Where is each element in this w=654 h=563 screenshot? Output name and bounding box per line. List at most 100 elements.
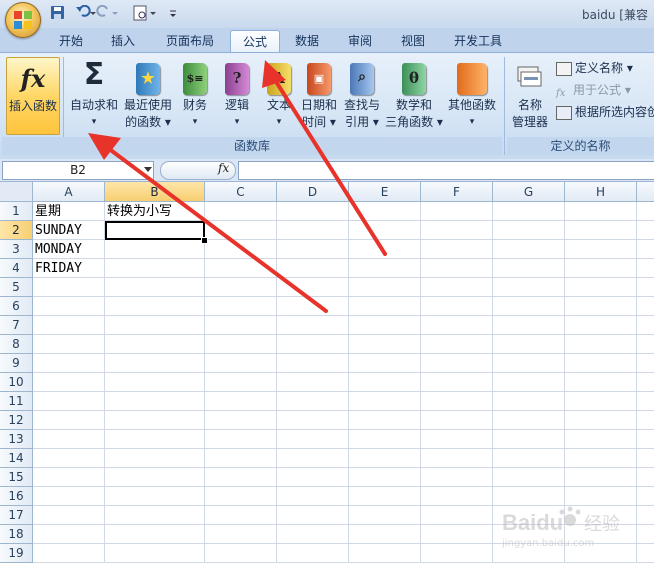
row-gridline [33, 410, 654, 411]
row-header-5[interactable]: 5 [0, 278, 33, 297]
name-manager-button[interactable]: 名称 管理器 [508, 57, 552, 133]
text-functions-button[interactable]: A 文本 ▾ [260, 57, 298, 133]
column-header-f[interactable]: F [421, 182, 493, 202]
column-header-c[interactable]: C [205, 182, 277, 202]
math-trig-button[interactable]: θ 数学和 三角函数 ▾ [384, 57, 444, 133]
office-logo-icon [14, 11, 32, 29]
tab-review[interactable]: 审阅 [337, 30, 383, 52]
row-header-15[interactable]: 15 [0, 468, 33, 487]
row-header-4[interactable]: 4 [0, 259, 33, 278]
row-header-8[interactable]: 8 [0, 335, 33, 354]
tab-formulas[interactable]: 公式 [230, 30, 280, 53]
row-header-18[interactable]: 18 [0, 525, 33, 544]
column-header-a[interactable]: A [33, 182, 105, 202]
dropdown-arrow-icon: ▾ [91, 117, 97, 127]
customize-qat-icon[interactable] [170, 10, 176, 17]
recently-used-button[interactable]: ★ 最近使用 的函数 ▾ [122, 57, 174, 133]
cell-a4[interactable]: FRIDAY [33, 259, 105, 278]
row-header-2[interactable]: 2 [0, 221, 33, 240]
more-functions-label: 其他函数 [447, 98, 496, 112]
row-header-11[interactable]: 11 [0, 392, 33, 411]
window-title: baidu [兼容 [581, 8, 648, 22]
column-gridline [420, 202, 421, 562]
column-gridline [348, 202, 349, 562]
row-header-19[interactable]: 19 [0, 544, 33, 563]
finance-book-icon: $≡ [183, 63, 207, 95]
row-header-10[interactable]: 10 [0, 373, 33, 392]
row-gridline [33, 296, 654, 297]
row-header-7[interactable]: 7 [0, 316, 33, 335]
formula-bar: B2 fx [0, 159, 654, 182]
group-separator [504, 57, 505, 155]
fill-handle[interactable] [201, 237, 208, 244]
row-gridline [33, 372, 654, 373]
insert-function-fx-icon[interactable]: fx [218, 161, 229, 175]
name-manager-label2: 管理器 [511, 115, 548, 129]
cell-a2[interactable]: SUNDAY [33, 221, 105, 240]
tab-view[interactable]: 视图 [390, 30, 436, 52]
row-header-6[interactable]: 6 [0, 297, 33, 316]
column-gridline [276, 202, 277, 562]
row-gridline [33, 467, 654, 468]
create-from-selection-label: 根据所选内容创 [575, 105, 654, 119]
row-header-1[interactable]: 1 [0, 202, 33, 221]
text-book-icon: A [267, 63, 291, 95]
financial-label: 财务 [182, 98, 207, 112]
active-cell-b2[interactable] [105, 221, 205, 240]
name-box[interactable]: B2 [2, 161, 154, 180]
cell-a3[interactable]: MONDAY [33, 240, 105, 259]
autosum-label: 自动求和 [69, 98, 118, 112]
row-header-3[interactable]: 3 [0, 240, 33, 259]
tab-page-layout[interactable]: 页面布局 [155, 30, 225, 52]
tab-home[interactable]: 开始 [48, 30, 94, 52]
date-time-button[interactable]: ▣ 日期和 时间 ▾ [298, 57, 340, 133]
create-from-selection-button[interactable]: 根据所选内容创 [556, 103, 654, 121]
row-header-12[interactable]: 12 [0, 411, 33, 430]
insert-function-button[interactable]: fx 插入函数 [6, 57, 60, 135]
column-gridline [204, 202, 205, 562]
logical-button[interactable]: ? 逻辑 ▾ [218, 57, 256, 133]
tab-data[interactable]: 数据 [284, 30, 330, 52]
row-header-17[interactable]: 17 [0, 506, 33, 525]
use-in-formula-button[interactable]: fx 用于公式 ▾ [556, 81, 631, 99]
print-preview-icon[interactable] [133, 5, 156, 21]
column-header-e[interactable]: E [349, 182, 421, 202]
insert-function-label: 插入函数 [8, 99, 57, 113]
autosum-button[interactable]: Σ 自动求和 ▾ [66, 57, 122, 133]
row-header-9[interactable]: 9 [0, 354, 33, 373]
tab-developer[interactable]: 开发工具 [446, 30, 510, 52]
tab-insert[interactable]: 插入 [100, 30, 146, 52]
column-header-h[interactable]: H [565, 182, 637, 202]
more-functions-button[interactable]: 其他函数 ▾ [444, 57, 500, 133]
select-all-corner[interactable] [0, 182, 33, 202]
recently-used-label: 最近使用 [123, 98, 172, 112]
math-label2: 三角函数 ▾ [385, 115, 443, 129]
column-header-d[interactable]: D [277, 182, 349, 202]
undo-icon[interactable] [76, 5, 96, 17]
formula-input[interactable] [238, 161, 654, 180]
star-book-icon: ★ [136, 63, 160, 95]
watermark-cn: 经验 [584, 514, 620, 535]
function-library-group-label: 函数库 [2, 137, 502, 155]
office-button[interactable] [5, 2, 41, 38]
recently-used-label2: 的函数 ▾ [125, 115, 171, 129]
row-header-14[interactable]: 14 [0, 449, 33, 468]
redo-icon[interactable] [96, 5, 118, 17]
theta-book-icon: θ [402, 63, 426, 95]
watermark-brand: Baidu [502, 510, 563, 535]
column-header-g[interactable]: G [493, 182, 565, 202]
row-gridline [33, 334, 654, 335]
row-header-16[interactable]: 16 [0, 487, 33, 506]
financial-button[interactable]: $≡ 财务 ▾ [176, 57, 214, 133]
lookup-reference-button[interactable]: ⌕ 查找与 引用 ▾ [340, 57, 384, 133]
save-icon[interactable] [51, 6, 64, 19]
define-name-button[interactable]: 定义名称 ▾ [556, 59, 633, 77]
name-box-dropdown-icon[interactable] [144, 167, 152, 172]
math-label: 数学和 [395, 98, 432, 112]
row-header-13[interactable]: 13 [0, 430, 33, 449]
title-bar: baidu [兼容 [0, 0, 654, 38]
column-header-b[interactable]: B [105, 182, 205, 202]
question-book-icon: ? [225, 63, 249, 95]
cell-b1[interactable]: 转换为小写 [105, 202, 257, 221]
row-gridline [33, 391, 654, 392]
